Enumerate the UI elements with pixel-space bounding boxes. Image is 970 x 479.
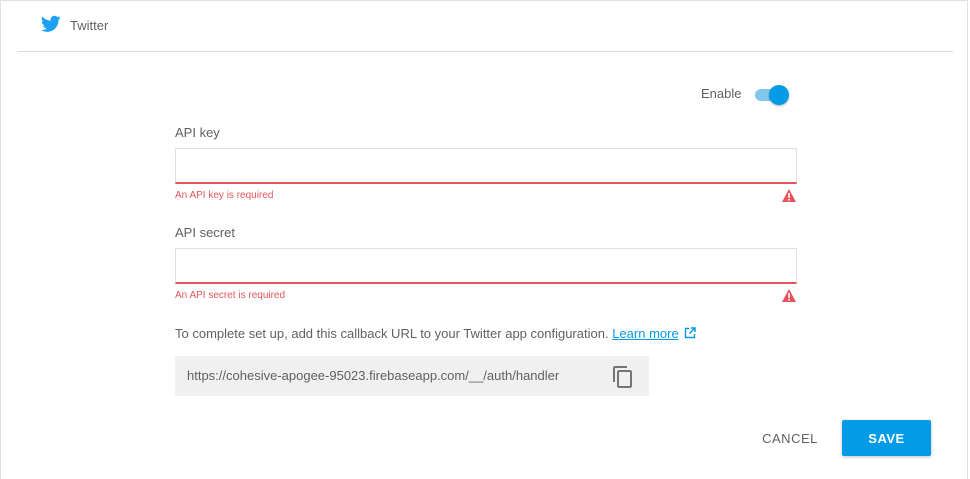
callback-text: To complete set up, add this callback UR… [175, 326, 609, 341]
panel-header: Twitter [18, 1, 953, 52]
callback-url: https://cohesive-apogee-95023.firebaseap… [187, 368, 560, 383]
panel-title: Twitter [70, 18, 109, 33]
twitter-provider-panel: Twitter Enable API key An API key is req… [0, 0, 968, 479]
save-button[interactable]: SAVE [842, 420, 931, 456]
enable-toggle[interactable] [753, 85, 789, 105]
toggle-thumb [769, 85, 789, 105]
api-secret-warning-icon [782, 289, 796, 302]
api-key-label: API key [175, 125, 220, 140]
api-secret-input[interactable] [175, 248, 797, 284]
callback-instructions: To complete set up, add this callback UR… [175, 326, 696, 341]
enable-row: Enable [691, 81, 801, 107]
enable-label: Enable [701, 86, 742, 101]
api-secret-label: API secret [175, 225, 235, 240]
api-key-warning-icon [782, 189, 796, 202]
api-key-error: An API key is required [175, 190, 274, 201]
learn-more-link[interactable]: Learn more [612, 326, 678, 341]
copy-icon[interactable] [612, 365, 634, 389]
twitter-icon [41, 15, 61, 32]
api-key-input[interactable] [175, 148, 797, 184]
cancel-button[interactable]: CANCEL [749, 422, 831, 455]
callback-url-box: https://cohesive-apogee-95023.firebaseap… [175, 356, 649, 396]
external-link-icon[interactable] [684, 327, 696, 339]
api-secret-error: An API secret is required [175, 290, 286, 301]
